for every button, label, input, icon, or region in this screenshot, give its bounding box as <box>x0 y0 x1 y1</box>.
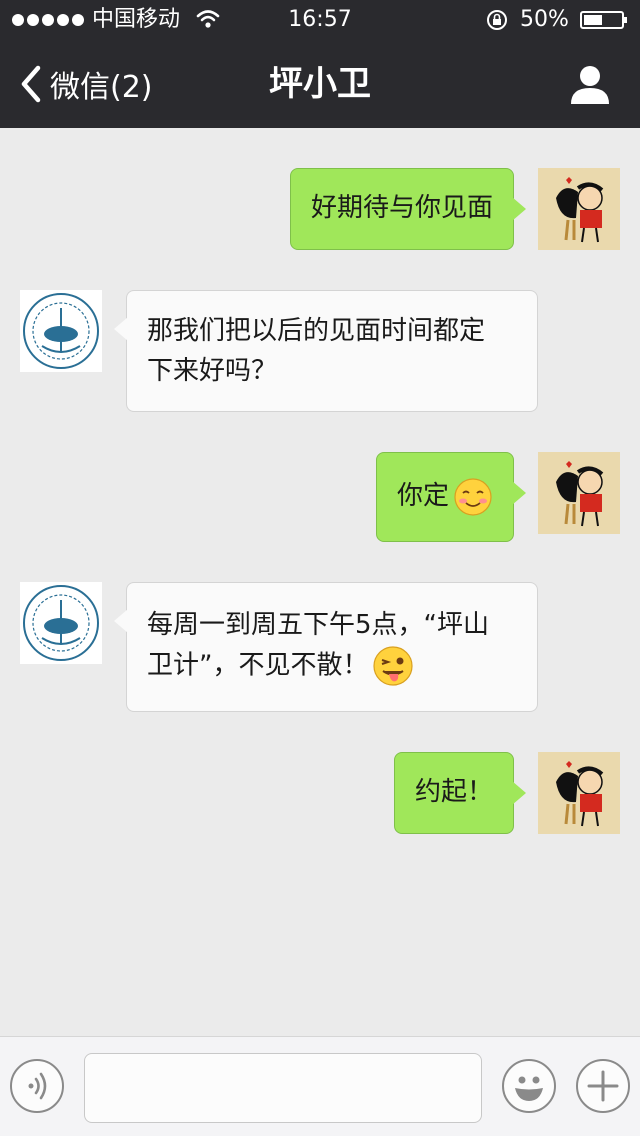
voice-button[interactable] <box>10 1059 64 1113</box>
emoji-face-icon <box>515 1076 543 1101</box>
rotation-lock-icon <box>487 10 507 30</box>
voice-icon <box>28 1072 47 1100</box>
more-button[interactable] <box>576 1059 630 1113</box>
cartoon-boy-avatar-image <box>538 452 620 534</box>
message-line: 下来好吗？ <box>147 356 278 386</box>
message-input[interactable] <box>84 1053 482 1123</box>
contact-avatar[interactable] <box>20 290 102 372</box>
health-bureau-logo-icon <box>20 582 102 664</box>
message-line: 卫计”，不见不散！ <box>147 650 369 681</box>
message-bubble-incoming[interactable]: 那我们把以后的见面时间都定 下来好吗？ <box>114 290 538 412</box>
person-icon[interactable] <box>568 62 612 106</box>
health-bureau-logo-icon <box>20 290 102 372</box>
message-bubble-outgoing[interactable]: 约起！ <box>393 752 527 834</box>
message-text: 你定 <box>396 481 449 511</box>
smiling-blush-emoji <box>454 477 492 516</box>
battery-icon <box>580 11 627 29</box>
my-avatar[interactable] <box>538 452 620 534</box>
emoji-button[interactable] <box>502 1059 556 1113</box>
navigation-bar: 微信(2) 坪小卫 <box>0 40 640 128</box>
message-text: 约起！ <box>414 777 493 807</box>
my-avatar[interactable] <box>538 168 620 250</box>
plus-icon <box>587 1070 619 1102</box>
message-line: 那我们把以后的见面时间都定 <box>147 316 486 346</box>
chat-area[interactable]: 好期待与你见面 那我们把以后的见面时间都定 下来好吗？ 你定 每周一到周五下午5… <box>0 128 640 1036</box>
message-line: 每周一到周五下午5点，“坪山 <box>147 610 490 640</box>
chat-title: 坪小卫 <box>269 64 371 104</box>
cartoon-boy-avatar-image <box>538 752 620 834</box>
battery-percent: 50% <box>520 7 569 32</box>
message-bubble-incoming[interactable]: 每周一到周五下午5点，“坪山 卫计”，不见不散！ <box>114 582 538 712</box>
winking-tongue-emoji <box>373 646 414 686</box>
message-bubble-outgoing[interactable]: 好期待与你见面 <box>289 168 527 250</box>
message-bubble-outgoing[interactable]: 你定 <box>375 452 527 542</box>
message-text: 好期待与你见面 <box>310 193 493 223</box>
my-avatar[interactable] <box>538 752 620 834</box>
input-bar <box>0 1036 640 1136</box>
contact-avatar[interactable] <box>20 582 102 664</box>
cartoon-boy-avatar-image <box>538 168 620 250</box>
status-bar: 中国移动 16:57 50% <box>0 0 640 40</box>
top-bar: 中国移动 16:57 50% 微信(2) 坪小卫 <box>0 0 640 128</box>
